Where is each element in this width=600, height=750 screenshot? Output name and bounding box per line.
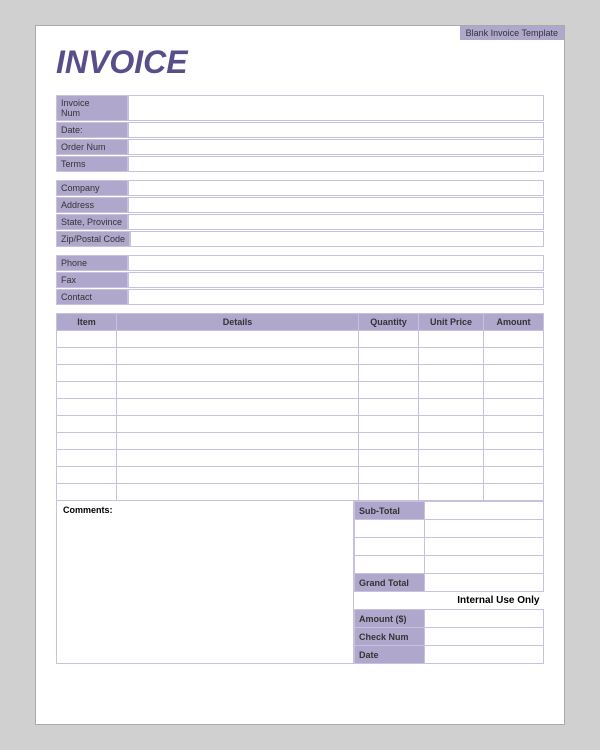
check-label: Check Num	[355, 628, 425, 646]
table-row	[57, 399, 544, 416]
company-info-section: Company Address State, Province Zip/Post…	[56, 180, 544, 247]
fax-value[interactable]	[128, 272, 544, 288]
invoice-info-section: InvoiceNum Date: Order Num Terms	[56, 95, 544, 172]
extra-row-3	[355, 556, 544, 574]
terms-value[interactable]	[128, 156, 544, 172]
company-value[interactable]	[128, 180, 544, 196]
payment-date-row: Date	[355, 646, 544, 664]
date-value[interactable]	[128, 122, 544, 138]
contact-label: Contact	[56, 289, 128, 305]
contact-value[interactable]	[128, 289, 544, 305]
extra-row-2	[355, 538, 544, 556]
table-row	[57, 365, 544, 382]
col-quantity: Quantity	[359, 314, 419, 331]
contact-row: Contact	[56, 289, 544, 305]
invoice-num-label: InvoiceNum	[56, 95, 128, 121]
template-label: Blank Invoice Template	[460, 26, 564, 40]
company-row: Company	[56, 180, 544, 196]
company-label: Company	[56, 180, 128, 196]
bottom-section: Comments: Sub-Total	[56, 501, 544, 664]
address-value[interactable]	[128, 197, 544, 213]
invoice-num-value[interactable]	[128, 95, 544, 121]
table-header-row: Item Details Quantity Unit Price Amount	[57, 314, 544, 331]
address-label: Address	[56, 197, 128, 213]
table-row	[57, 348, 544, 365]
col-amount: Amount	[484, 314, 544, 331]
fax-row: Fax	[56, 272, 544, 288]
state-row: State, Province	[56, 214, 544, 230]
items-table: Item Details Quantity Unit Price Amount	[56, 313, 544, 501]
table-row	[57, 433, 544, 450]
table-row	[57, 450, 544, 467]
order-num-value[interactable]	[128, 139, 544, 155]
payment-date-value[interactable]	[425, 646, 544, 664]
check-value[interactable]	[425, 628, 544, 646]
extra-label-3[interactable]	[355, 556, 425, 574]
extra-row-1	[355, 520, 544, 538]
table-row	[57, 484, 544, 501]
invoice-page: Blank Invoice Template INVOICE InvoiceNu…	[35, 25, 565, 725]
extra-label-2[interactable]	[355, 538, 425, 556]
phone-row: Phone	[56, 255, 544, 271]
table-row	[57, 467, 544, 484]
col-details: Details	[117, 314, 359, 331]
subtotal-row: Sub-Total	[355, 502, 544, 520]
fax-label: Fax	[56, 272, 128, 288]
table-row	[57, 416, 544, 433]
table-row	[57, 382, 544, 399]
date-row: Date:	[56, 122, 544, 138]
totals-table: Sub-Total	[354, 501, 544, 664]
grand-total-label: Grand Total	[355, 574, 425, 592]
internal-use-label: Internal Use Only	[355, 592, 544, 610]
totals-area: Sub-Total	[354, 501, 544, 664]
grand-total-value[interactable]	[425, 574, 544, 592]
extra-value-3[interactable]	[425, 556, 544, 574]
extra-value-1[interactable]	[425, 520, 544, 538]
zip-value[interactable]	[130, 231, 544, 247]
contact-info-section: Phone Fax Contact	[56, 255, 544, 305]
col-unit-price: Unit Price	[419, 314, 484, 331]
state-value[interactable]	[128, 214, 544, 230]
terms-row: Terms	[56, 156, 544, 172]
extra-value-2[interactable]	[425, 538, 544, 556]
invoice-num-row: InvoiceNum	[56, 95, 544, 121]
order-num-row: Order Num	[56, 139, 544, 155]
internal-use-row: Internal Use Only	[355, 592, 544, 610]
address-row: Address	[56, 197, 544, 213]
state-label: State, Province	[56, 214, 128, 230]
amount-row: Amount ($)	[355, 610, 544, 628]
grand-total-row: Grand Total	[355, 574, 544, 592]
phone-value[interactable]	[128, 255, 544, 271]
comments-label: Comments:	[63, 505, 113, 515]
order-num-label: Order Num	[56, 139, 128, 155]
zip-label: Zip/Postal Code	[56, 231, 130, 247]
date-label: Date:	[56, 122, 128, 138]
extra-label-1[interactable]	[355, 520, 425, 538]
zip-row: Zip/Postal Code	[56, 231, 544, 247]
table-row	[57, 331, 544, 348]
comments-area[interactable]: Comments:	[56, 501, 354, 664]
subtotal-label: Sub-Total	[355, 502, 425, 520]
invoice-title: INVOICE	[56, 44, 544, 81]
col-item: Item	[57, 314, 117, 331]
subtotal-value[interactable]	[425, 502, 544, 520]
phone-label: Phone	[56, 255, 128, 271]
check-row: Check Num	[355, 628, 544, 646]
amount-value[interactable]	[425, 610, 544, 628]
amount-label: Amount ($)	[355, 610, 425, 628]
terms-label: Terms	[56, 156, 128, 172]
payment-date-label: Date	[355, 646, 425, 664]
